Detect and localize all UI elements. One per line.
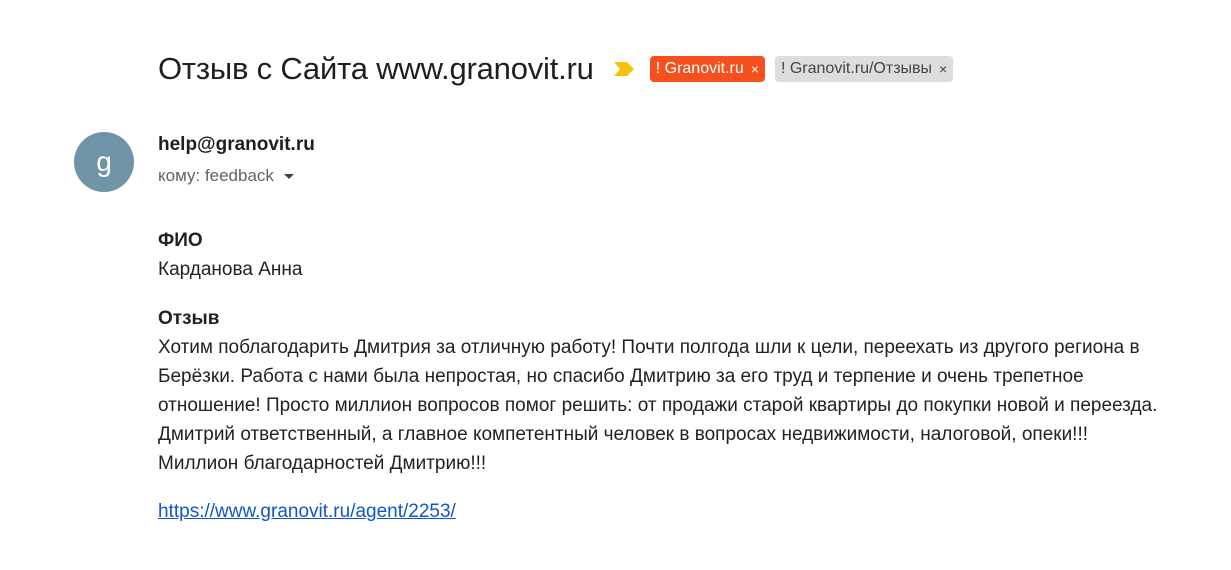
- email-body: ФИО Карданова Анна Отзыв Хотим поблагода…: [158, 226, 1168, 526]
- avatar-letter: g: [96, 146, 112, 177]
- recipient-text: кому: feedback: [158, 166, 274, 185]
- recipient-details-toggle[interactable]: кому: feedback: [158, 166, 294, 186]
- review-field-title: Отзыв: [158, 308, 220, 329]
- email-subject: Отзыв с Сайта www.granovit.ru: [158, 51, 594, 86]
- name-field-value: Карданова Анна: [158, 259, 303, 280]
- remove-label-granovit-icon[interactable]: ×: [751, 62, 759, 76]
- label-granovit-reviews-text: ! Granovit.ru/Отзывы: [780, 60, 933, 77]
- review-field-text: Хотим поблагодарить Дмитрия за отличную …: [158, 337, 1158, 474]
- sender-email[interactable]: help@granovit.ru: [158, 134, 315, 156]
- email-header: Отзыв с Сайта www.granovit.ru ! Granovit…: [158, 46, 954, 92]
- label-granovit-text: ! Granovit.ru: [655, 60, 744, 77]
- importance-marker-icon[interactable]: [613, 62, 634, 76]
- sender-avatar[interactable]: g: [74, 132, 134, 192]
- remove-label-granovit-reviews-icon[interactable]: ×: [939, 62, 947, 76]
- name-field-title: ФИО: [158, 230, 203, 251]
- agent-link[interactable]: https://www.granovit.ru/agent/2253/: [158, 501, 456, 522]
- label-granovit[interactable]: ! Granovit.ru ×: [649, 56, 765, 82]
- caret-down-icon[interactable]: [283, 173, 294, 179]
- label-granovit-reviews[interactable]: ! Granovit.ru/Отзывы ×: [774, 56, 954, 82]
